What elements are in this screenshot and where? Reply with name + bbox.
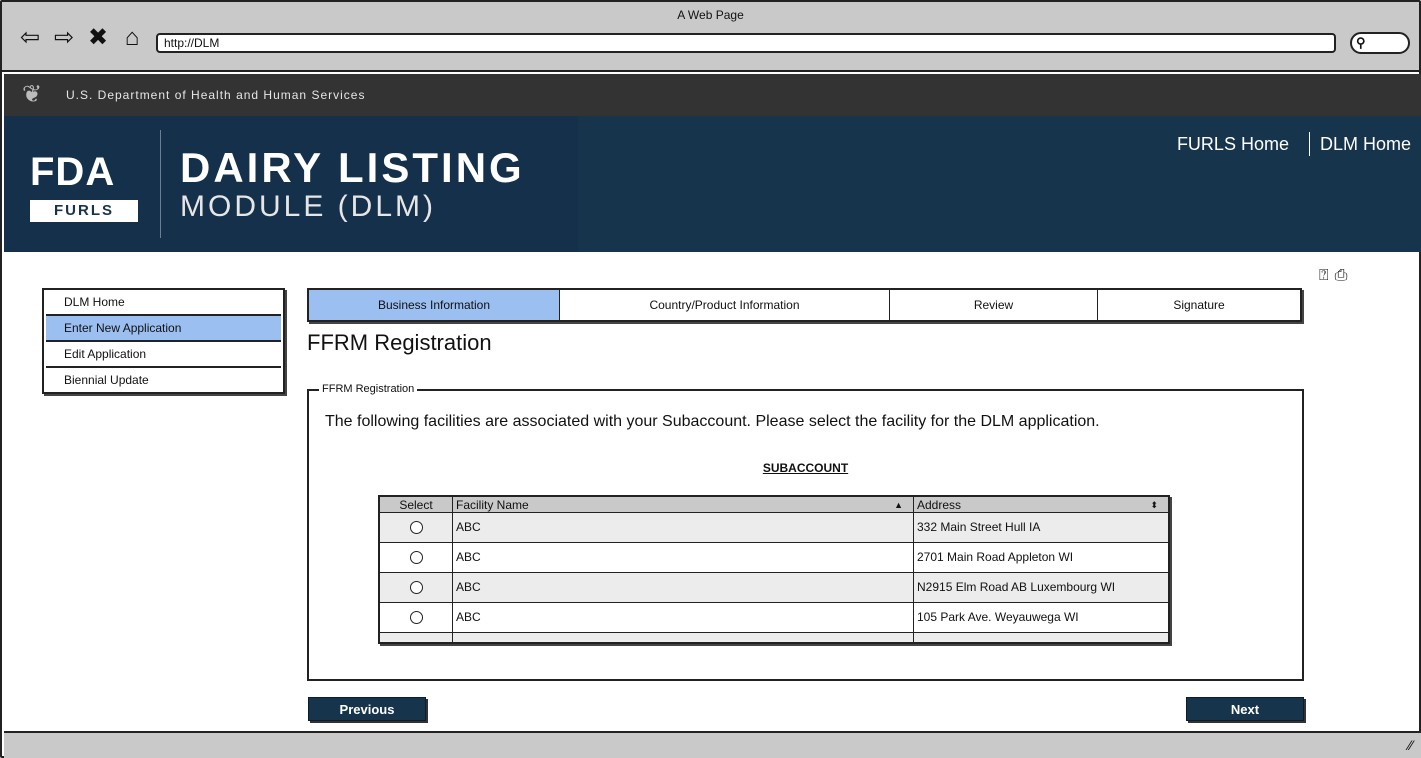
back-arrow-icon[interactable]: ⇦ [16, 24, 44, 52]
next-button[interactable]: Next [1186, 697, 1304, 721]
sidebar-item-edit-application[interactable]: Edit Application [46, 342, 281, 368]
forward-arrow-icon[interactable]: ⇨ [50, 24, 78, 52]
window-title: A Web Page [677, 8, 744, 22]
print-icon[interactable]: ⎙ [1335, 267, 1348, 285]
help-icon[interactable]: ⍰ [1319, 267, 1329, 285]
subaccount-label: SUBACCOUNT [762, 461, 849, 475]
sidebar-item-enter-new-application[interactable]: Enter New Application [46, 316, 281, 342]
module-title: DAIRY LISTING [180, 144, 525, 191]
page-title: FFRM Registration [307, 330, 492, 355]
sidebar-item-dlm-home[interactable]: DLM Home [46, 290, 281, 316]
column-header-address[interactable]: Address ⬍ [914, 497, 1168, 512]
facility-radio[interactable] [409, 611, 423, 624]
search-icon: ⚲ [1356, 35, 1366, 50]
facility-name-cell: ABC [453, 573, 914, 602]
facilities-table: Select Facility Name ▲ Address ⬍ ABC 332… [378, 495, 1170, 644]
address-cell: 105 Park Ave. Weyauwega WI [917, 610, 1079, 624]
table-header: Select Facility Name ▲ Address ⬍ [380, 497, 1168, 513]
table-row[interactable]: ABC 332 Main Street Hull IA [380, 513, 1168, 543]
table-row[interactable]: ABC N2915 Elm Road AB Luxembourg WI [380, 573, 1168, 603]
hhs-eagle-icon: ❦ [22, 81, 43, 108]
browser-window: A Web Page ⇦ ⇨ ✖ ⌂ http://DLM ⚲ ❦ U.S. D… [0, 0, 1421, 758]
previous-button[interactable]: Previous [308, 697, 426, 721]
sort-asc-icon: ▲ [894, 499, 903, 510]
address-cell: N2915 Elm Road AB Luxembourg WI [917, 580, 1116, 594]
tab-signature[interactable]: Signature [1098, 290, 1300, 320]
header-links: FURLS Home DLM Home [1177, 132, 1411, 156]
sidebar-item-biennial-update[interactable]: Biennial Update [46, 368, 281, 394]
sort-both-icon: ⬍ [1150, 499, 1158, 510]
tab-country-product-information[interactable]: Country/Product Information [560, 290, 890, 320]
facility-name-cell: ABC [453, 513, 914, 542]
address-bar[interactable]: http://DLM [156, 33, 1336, 53]
hhs-label: U.S. Department of Health and Human Serv… [66, 88, 366, 102]
tab-review[interactable]: Review [890, 290, 1098, 320]
tab-business-information[interactable]: Business Information [309, 290, 560, 320]
wizard-tabs: Business Information Country/Product Inf… [307, 288, 1302, 322]
module-subtitle: MODULE (DLM) [180, 190, 437, 223]
facility-name-cell: ABC [453, 603, 914, 632]
resize-handle-icon[interactable]: ⁄⁄ [1408, 737, 1413, 753]
fieldset-legend: FFRM Registration [319, 382, 418, 396]
table-empty-row [380, 633, 1168, 642]
fda-logo-mark: FDA [30, 150, 116, 194]
sidebar-nav: DLM Home Enter New Application Edit Appl… [42, 288, 285, 394]
link-separator [1308, 132, 1310, 156]
home-icon[interactable]: ⌂ [118, 24, 146, 52]
column-header-facility-name[interactable]: Facility Name ▲ [453, 497, 914, 512]
table-row[interactable]: ABC 105 Park Ave. Weyauwega WI [380, 603, 1168, 633]
header-divider [160, 130, 161, 238]
site-header: FDA FURLS DAIRY LISTING MODULE (DLM) FUR… [4, 116, 1421, 252]
utility-icons: ⍰ ⎙ [1319, 267, 1347, 285]
facility-radio[interactable] [409, 521, 423, 534]
furls-home-link[interactable]: FURLS Home [1177, 134, 1289, 155]
facility-radio[interactable] [409, 581, 423, 594]
facility-radio[interactable] [409, 551, 423, 564]
address-cell: 2701 Main Road Appleton WI [917, 550, 1074, 564]
address-cell: 332 Main Street Hull IA [917, 520, 1041, 534]
furls-logo-label: FURLS [30, 200, 138, 222]
registration-fieldset: FFRM Registration The following faciliti… [307, 382, 1304, 681]
browser-search-box[interactable]: ⚲ [1350, 32, 1410, 54]
browser-chrome: A Web Page ⇦ ⇨ ✖ ⌂ http://DLM ⚲ [2, 2, 1419, 72]
hhs-bar: ❦ U.S. Department of Health and Human Se… [4, 74, 1421, 116]
column-header-select: Select [380, 497, 453, 512]
table-row[interactable]: ABC 2701 Main Road Appleton WI [380, 543, 1168, 573]
dlm-home-link[interactable]: DLM Home [1320, 134, 1411, 155]
facility-name-cell: ABC [453, 543, 914, 572]
instructions-text: The following facilities are associated … [325, 413, 1100, 430]
fda-furls-logo[interactable]: FDA FURLS [30, 150, 142, 230]
browser-nav-buttons: ⇦ ⇨ ✖ ⌂ [16, 24, 146, 52]
browser-status-bar: ⁄⁄ [4, 731, 1421, 758]
stop-icon[interactable]: ✖ [84, 24, 112, 52]
